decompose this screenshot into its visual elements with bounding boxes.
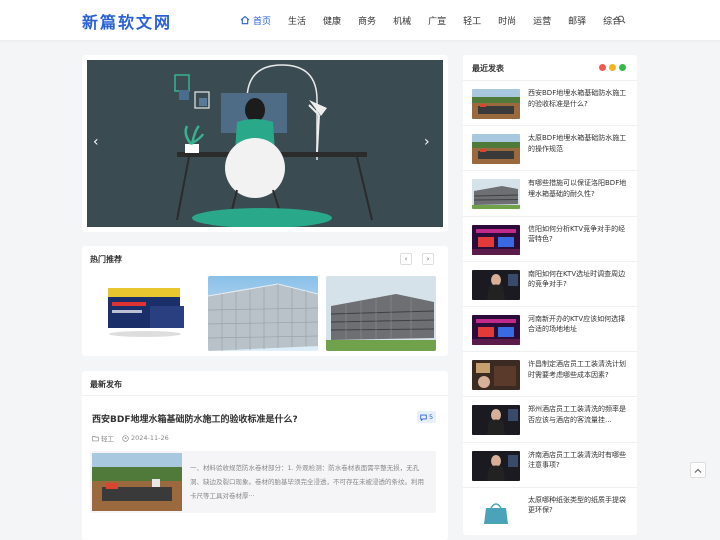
recent-post-thumbnail[interactable] bbox=[472, 134, 520, 165]
recent-post-thumbnail[interactable] bbox=[472, 360, 520, 391]
recent-post-item[interactable]: 有哪些措施可以保证洛阳BDF地埋水箱基础的耐久性? bbox=[463, 170, 637, 215]
section-title: 热门推荐 bbox=[90, 255, 122, 264]
section-title: 最新发布 bbox=[90, 380, 122, 389]
folder-icon bbox=[92, 435, 99, 441]
site-header: 新篇软文网 首页 生活 健康 商务 机械 广宣 轻工 时尚 运营 邮驿 综合 bbox=[0, 0, 720, 40]
slider-next-button[interactable]: › bbox=[424, 134, 430, 150]
article-date: 2024-11-26 bbox=[131, 434, 169, 442]
recent-post-item[interactable]: 河南新开办的KTV应该如何选择合适的场地地址 bbox=[463, 305, 637, 351]
recent-post-thumbnail[interactable] bbox=[472, 89, 520, 119]
recent-post-thumbnail[interactable] bbox=[472, 269, 520, 300]
steel-tank-image bbox=[208, 276, 318, 351]
recent-post-item[interactable]: 太原哪种纸张类型的纸质手提袋更环保? bbox=[463, 486, 637, 532]
nav-item-post[interactable]: 邮驿 bbox=[568, 14, 586, 27]
nav-item-advertising[interactable]: 广宣 bbox=[428, 14, 446, 27]
nav-item-health[interactable]: 健康 bbox=[323, 14, 341, 27]
recent-post-title[interactable]: 信阳如何分析KTV竞争对手的经营特色? bbox=[528, 224, 630, 245]
recent-post-title[interactable]: 有哪些措施可以保证洛阳BDF地埋水箱基础的耐久性? bbox=[528, 178, 630, 199]
recent-post-title[interactable]: 西安BDF地埋水箱基础防水施工的验收标准是什么? bbox=[528, 88, 630, 109]
search-icon[interactable] bbox=[617, 15, 626, 24]
recent-post-thumbnail[interactable] bbox=[472, 495, 520, 526]
recent-post-thumbnail[interactable] bbox=[472, 314, 520, 345]
construction-site-image bbox=[92, 453, 182, 511]
recent-post-item[interactable]: 太原BDF地埋水箱基础防水施工的操作规范 bbox=[463, 125, 637, 170]
hot-recommend-section: 热门推荐 ‹ › bbox=[82, 246, 448, 356]
recent-post-title[interactable]: 许昌制定酒店员工工装清洗计划时需要考虑哪些成本因素? bbox=[528, 359, 630, 380]
nav-item-life[interactable]: 生活 bbox=[288, 14, 306, 27]
recent-post-title[interactable]: 河南新开办的KTV应该如何选择合适的场地地址 bbox=[528, 314, 630, 335]
recent-post-title[interactable]: 郑州酒店员工工装清洗的频率是否应该与酒店的客流量挂... bbox=[528, 404, 630, 425]
nav-label: 首页 bbox=[253, 16, 272, 27]
hero-slide-image[interactable]: ‹ › bbox=[87, 60, 443, 227]
product-box-image bbox=[108, 288, 184, 337]
article-meta: 轻工 2024-11-26 bbox=[92, 433, 169, 443]
hot-next-button[interactable]: › bbox=[422, 253, 434, 265]
home-icon bbox=[240, 15, 250, 25]
nav-item-light-industry[interactable]: 轻工 bbox=[463, 14, 481, 27]
comment-count-badge[interactable]: 5 bbox=[417, 411, 437, 423]
hot-item-modular-building[interactable] bbox=[326, 276, 436, 351]
recent-post-title[interactable]: 南阳如何在KTV选址时调查周边的竞争对手? bbox=[528, 269, 630, 290]
comment-icon bbox=[420, 414, 427, 421]
recent-post-item[interactable]: 济南酒店员工工装清洗时有哪些注意事项? bbox=[463, 441, 637, 487]
recent-posts-sidebar: 最近发表 西安BDF地埋水箱基础防水施工的验收标准是什么? 太原BDF地埋水箱基础… bbox=[463, 55, 637, 535]
article-excerpt-box: 一、材料验收规范防水卷材部分：1. 外观检测：防水卷材表面需平整无损，无孔洞、缺… bbox=[90, 451, 436, 513]
comment-count: 5 bbox=[429, 413, 434, 421]
recent-posts-list: 西安BDF地埋水箱基础防水施工的验收标准是什么? 太原BDF地埋水箱基础防水施工的… bbox=[463, 80, 637, 532]
hot-item-waterproof-material[interactable] bbox=[90, 276, 200, 351]
yellow-dot-icon bbox=[609, 64, 616, 71]
recent-post-title[interactable]: 太原BDF地埋水箱基础防水施工的操作规范 bbox=[528, 133, 630, 154]
recent-post-thumbnail[interactable] bbox=[472, 224, 520, 255]
recent-post-title[interactable]: 济南酒店员工工装清洗时有哪些注意事项? bbox=[528, 450, 630, 471]
chevron-up-icon bbox=[694, 468, 702, 473]
recent-post-item[interactable]: 郑州酒店员工工装清洗的频率是否应该与酒店的客流量挂... bbox=[463, 396, 637, 441]
nav-item-home[interactable]: 首页 bbox=[240, 14, 271, 27]
recent-post-item[interactable]: 西安BDF地埋水箱基础防水施工的验收标准是什么? bbox=[463, 80, 637, 125]
recent-post-item[interactable]: 信阳如何分析KTV竞争对手的经营特色? bbox=[463, 215, 637, 261]
hot-item-water-tank[interactable] bbox=[208, 276, 318, 351]
recent-post-item[interactable]: 许昌制定酒店员工工装清洗计划时需要考虑哪些成本因素? bbox=[463, 351, 637, 396]
clock-icon bbox=[122, 434, 129, 442]
nav-item-business[interactable]: 商务 bbox=[358, 14, 376, 27]
latest-posts-section: 最新发布 西安BDF地埋水箱基础防水施工的验收标准是什么? 5 轻工 2024-… bbox=[82, 371, 448, 540]
article-excerpt: 一、材料验收规范防水卷材部分：1. 外观检测：防水卷材表面需平整无损，无孔洞、缺… bbox=[190, 464, 424, 500]
sidebar-title: 最近发表 bbox=[472, 64, 504, 73]
site-logo[interactable]: 新篇软文网 bbox=[82, 9, 172, 33]
hero-slider: ‹ › bbox=[82, 55, 448, 232]
back-to-top-button[interactable] bbox=[690, 462, 706, 478]
article-title[interactable]: 西安BDF地埋水箱基础防水施工的验收标准是什么? bbox=[92, 412, 298, 425]
main-nav: 首页 生活 健康 商务 机械 广宣 轻工 时尚 运营 邮驿 综合 bbox=[240, 0, 638, 40]
slider-prev-button[interactable]: ‹ bbox=[93, 134, 99, 150]
nav-item-operations[interactable]: 运营 bbox=[533, 14, 551, 27]
nav-item-machinery[interactable]: 机械 bbox=[393, 14, 411, 27]
green-dot-icon bbox=[619, 64, 626, 71]
recent-post-thumbnail[interactable] bbox=[472, 405, 520, 436]
article-thumbnail[interactable] bbox=[92, 453, 182, 511]
nav-item-fashion[interactable]: 时尚 bbox=[498, 14, 516, 27]
workspace-illustration bbox=[87, 60, 443, 227]
red-dot-icon bbox=[599, 64, 606, 71]
recent-post-title[interactable]: 太原哪种纸张类型的纸质手提袋更环保? bbox=[528, 495, 630, 516]
recent-post-thumbnail[interactable] bbox=[472, 179, 520, 210]
article-category[interactable]: 轻工 bbox=[101, 433, 114, 443]
building-image bbox=[326, 276, 436, 351]
hot-prev-button[interactable]: ‹ bbox=[400, 253, 412, 265]
divider bbox=[82, 395, 448, 396]
recent-post-item[interactable]: 南阳如何在KTV选址时调查周边的竞争对手? bbox=[463, 260, 637, 306]
recent-post-thumbnail[interactable] bbox=[472, 450, 520, 481]
